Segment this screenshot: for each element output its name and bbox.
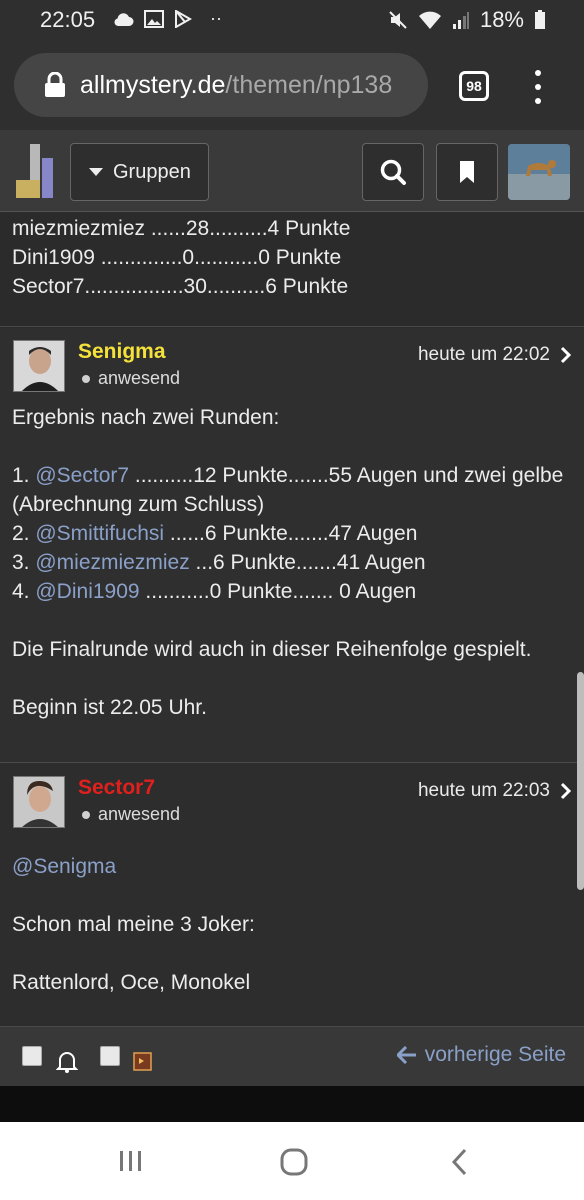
arrow-left-icon: [396, 1046, 416, 1064]
caret-down-icon: [89, 168, 103, 176]
post-body: Ergebnis nach zwei Runden: 1. @Sector7 .…: [12, 403, 574, 722]
url-path: /themen/np138: [225, 70, 393, 99]
prev-line: Dini1909 ..............0...........0 Pun…: [12, 246, 342, 269]
system-nav-bar: [0, 1122, 584, 1200]
user-status: anwesend: [82, 368, 180, 389]
post-sector7: Sector7 anwesend heute um 22:03 @Senigma…: [0, 764, 584, 1024]
thread-content: miezmiezmiez ......28..........4 Punkte …: [0, 212, 584, 1086]
bell-icon[interactable]: [56, 1049, 78, 1073]
avatar-man-image: [14, 341, 64, 391]
prev-line: Sector7.................30..........6 Pu…: [12, 275, 349, 298]
signal-icon: [452, 12, 469, 29]
groups-label: Gruppen: [113, 160, 191, 183]
browser-toolbar: allmystery.de/themen/np138 98: [0, 40, 584, 130]
post-body: @Senigma Schon mal meine 3 Joker: Ratten…: [12, 852, 574, 997]
online-dot-icon: [82, 810, 90, 819]
site-logo[interactable]: [16, 144, 54, 198]
lock-icon: [45, 72, 65, 97]
recent-apps-icon[interactable]: [118, 1150, 144, 1172]
tab-switcher-button[interactable]: 98: [459, 71, 489, 101]
thread-footer-bar: vorherige Seite: [0, 1026, 584, 1086]
battery-percent: 18%: [479, 7, 524, 32]
groups-button[interactable]: Gruppen: [70, 143, 209, 201]
mention-link[interactable]: @Dini1909: [35, 580, 139, 603]
browser-menu-button[interactable]: [534, 70, 542, 104]
back-icon[interactable]: [450, 1148, 468, 1176]
online-dot-icon: [82, 374, 90, 383]
subscribe-icon[interactable]: [133, 1049, 153, 1071]
avatar-dog-image: [508, 144, 570, 200]
address-bar[interactable]: allmystery.de/themen/np138: [14, 53, 428, 117]
status-bar: 22:05 ·· 18%: [0, 0, 584, 40]
post-senigma: Senigma anwesend heute um 22:02 Ergebnis…: [0, 328, 584, 762]
wifi-icon: [418, 11, 441, 29]
post-username[interactable]: Sector7: [78, 776, 155, 800]
status-time: 22:05: [40, 7, 96, 32]
tab-count: 98: [466, 78, 482, 94]
user-avatar[interactable]: [508, 144, 570, 200]
post-avatar[interactable]: [13, 776, 65, 828]
previous-page-link[interactable]: vorherige Seite: [396, 1043, 566, 1067]
post-timestamp-link[interactable]: heute um 22:02: [418, 344, 572, 366]
bookmark-icon: [460, 161, 474, 183]
user-status: anwesend: [82, 804, 180, 825]
post-divider: [0, 762, 584, 763]
mention-link[interactable]: @Sector7: [35, 464, 129, 487]
post-avatar[interactable]: [13, 340, 65, 392]
mention-link[interactable]: @miezmiezmiez: [35, 551, 189, 574]
chevron-right-icon: [560, 782, 572, 800]
site-header: Gruppen: [0, 130, 584, 212]
search-button[interactable]: [362, 143, 424, 201]
cloud-icon: [114, 12, 134, 26]
ranking-line: 1. @Sector7 ..........12 Punkte.......55…: [12, 464, 564, 516]
play-store-icon: [175, 9, 192, 28]
search-icon: [380, 159, 406, 185]
mention-link[interactable]: @Senigma: [12, 852, 574, 881]
url-host: allmystery.de: [80, 70, 226, 99]
mute-icon: [389, 11, 407, 29]
chevron-right-icon: [560, 346, 572, 364]
post-username[interactable]: Senigma: [78, 340, 166, 364]
previous-post-tail: miezmiezmiez ......28..........4 Punkte …: [0, 212, 584, 328]
avatar-man-image: [14, 777, 64, 827]
ranking-line: 3. @miezmiezmiez ...6 Punkte.......41 Au…: [12, 551, 426, 574]
ranking-line: 2. @Smittifuchsi ......6 Punkte.......47…: [12, 522, 418, 545]
post-divider: [0, 326, 584, 327]
image-icon: [144, 9, 164, 28]
prev-line: miezmiezmiez ......28..........4 Punkte: [12, 217, 351, 240]
mention-link[interactable]: @Smittifuchsi: [35, 522, 164, 545]
home-icon[interactable]: [280, 1148, 308, 1176]
checkbox[interactable]: [22, 1046, 42, 1066]
page-bottom-spacer: [0, 1086, 584, 1122]
battery-icon: [535, 10, 545, 29]
checkbox[interactable]: [100, 1046, 120, 1066]
post-timestamp-link[interactable]: heute um 22:03: [418, 780, 572, 802]
bookmark-button[interactable]: [436, 143, 498, 201]
more-notifications: ··: [210, 8, 222, 28]
scrollbar-thumb[interactable]: [577, 672, 584, 890]
ranking-line: 4. @Dini1909 ...........0 Punkte....... …: [12, 580, 417, 603]
